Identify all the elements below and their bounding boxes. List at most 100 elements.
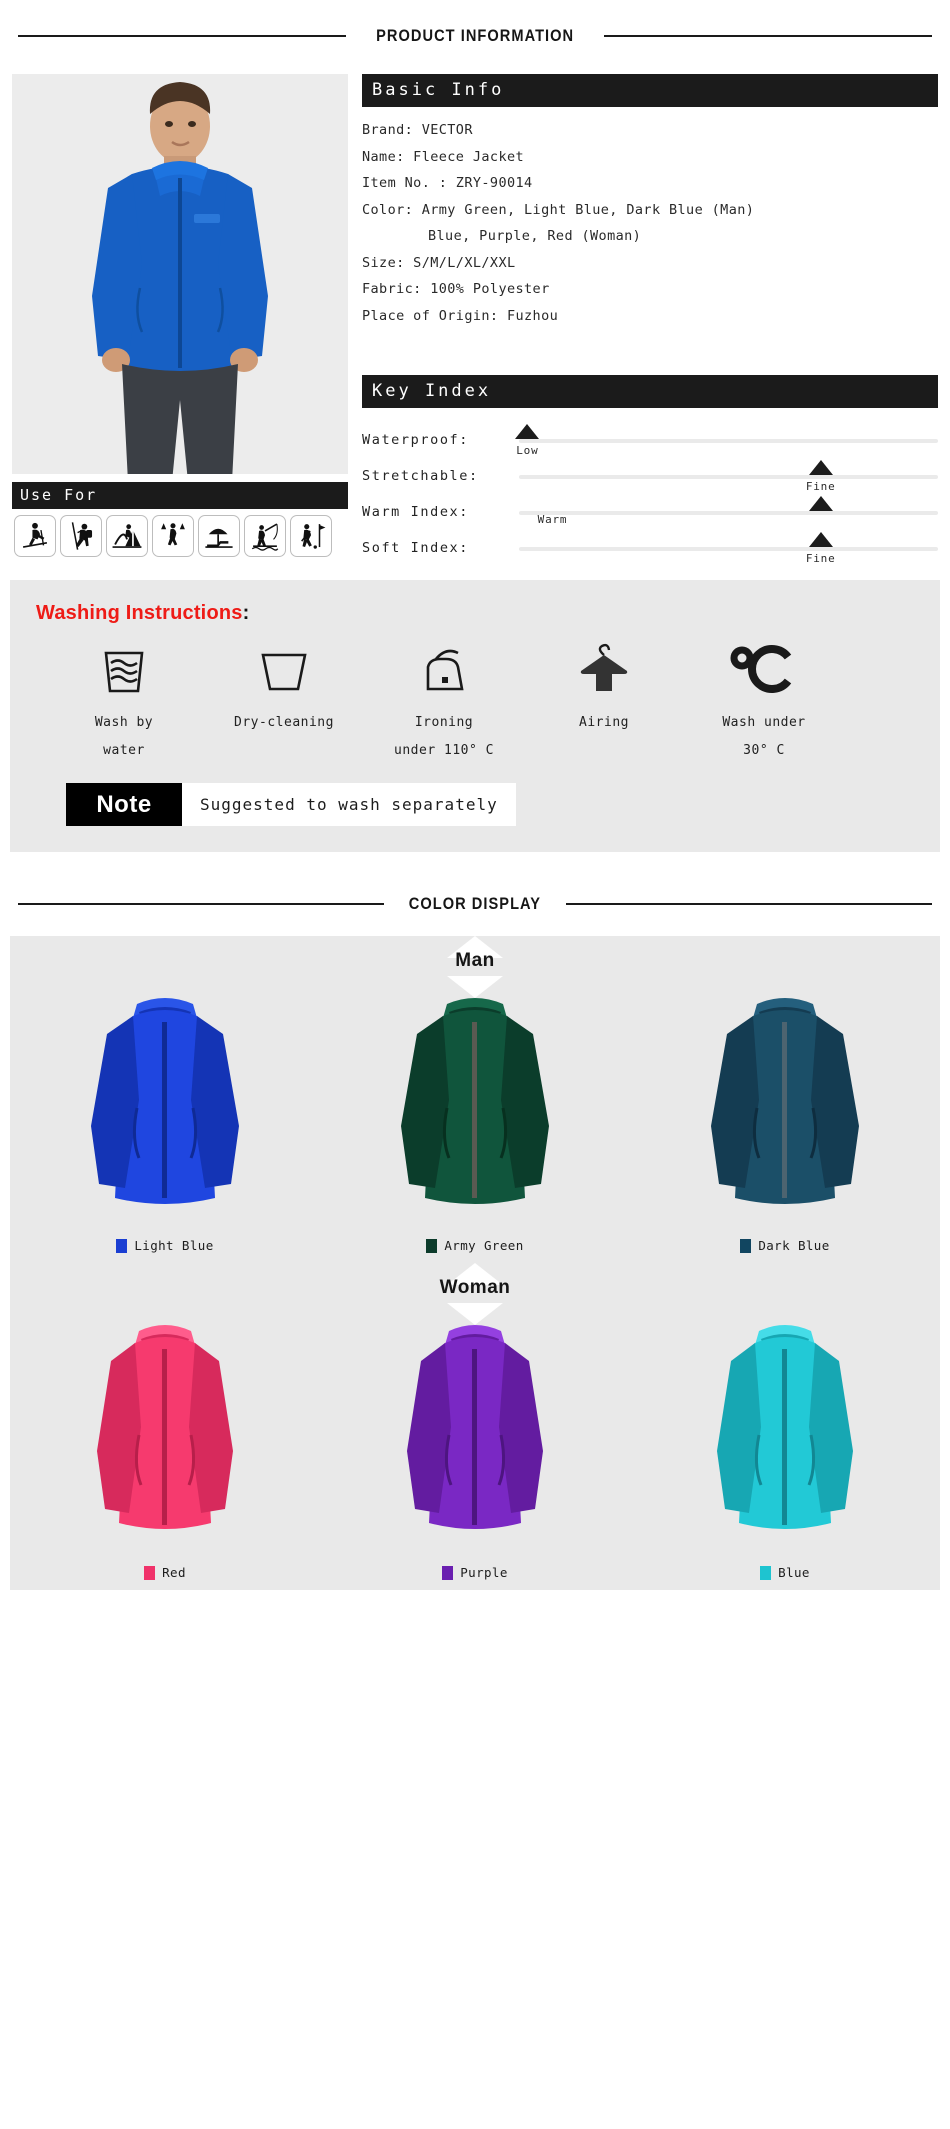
key-index-label: Soft Index: [362,540,470,556]
color-label-army-green: Army Green [426,1238,523,1253]
golf-icon [290,515,332,557]
washing-caption: Ironing under 110° C [394,715,494,758]
note-tag: Note [66,783,182,826]
washing-icon-list: Wash by water Dry-cleaning Ironing under 1… [36,641,914,765]
slider-track [519,511,938,515]
color-label-text: Red [162,1565,186,1580]
color-chip [144,1565,156,1580]
color-chip [740,1238,752,1253]
divider-line-right [604,35,932,37]
color-group-woman: Woman Red Purple Blue [10,1263,940,1590]
spec-item-no: Item No. : ZRY-90014 [362,175,533,191]
key-index-label: Waterproof: [362,432,470,448]
skiing-icon [14,515,56,557]
spec-fabric: Fabric: 100% Polyester [362,281,550,297]
use-for-heading: Use For [12,482,348,509]
color-label-dark-blue: Dark Blue [740,1238,829,1253]
washing-title: Washing Instructions: [36,602,914,625]
color-card-blue[interactable]: Blue [630,1309,940,1580]
key-index-row-soft-index: Soft Index: Fine [362,530,938,566]
jacket-image [50,982,280,1232]
color-card-purple[interactable]: Purple [320,1309,630,1580]
washing-item-temperature: Wash under 30° C [684,641,844,765]
slider-marker [808,496,833,511]
model-illustration [12,74,348,474]
slider-track [519,475,938,479]
washing-instructions-panel: Washing Instructions: Wash by water Dry-c… [10,580,940,852]
divider-line-left [18,35,346,37]
color-label-text: Blue [778,1565,810,1580]
woman-swatch-row: Red Purple Blue [10,1303,940,1590]
climbing-icon [60,515,102,557]
color-label-light-blue: Light Blue [116,1238,213,1253]
hiking-icon [152,515,194,557]
product-information-header: PRODUCT INFORMATION [0,26,950,46]
temperature-icon [684,641,844,699]
spec-size: Size: S/M/L/XL/XXL [362,254,516,271]
color-display-header: COLOR DISPLAY [0,894,950,914]
slider-marker [515,424,540,439]
wash-by-water-icon [44,641,204,699]
slider-marker [808,532,833,547]
jacket-image [360,1309,590,1559]
fishing-icon [244,515,286,557]
airing-icon [524,641,684,699]
washing-caption: Wash under 30° C [722,715,806,758]
slider-track [519,439,938,443]
key-index-value: Low [516,444,539,457]
color-chip [442,1565,454,1580]
washing-item-wash-by-water: Wash by water [44,641,204,765]
key-index-heading: Key Index [362,375,938,408]
color-chip [116,1238,128,1253]
gender-title-woman: Woman [10,1263,940,1303]
ironing-icon [364,641,524,699]
divider-line-left [18,903,385,905]
spec-color-woman: Blue, Purple, Red (Woman) [428,228,642,244]
spec-origin: Place of Origin: Fuzhou [362,307,559,324]
use-for-icon-list [12,509,348,557]
basic-info-list: Brand: VECTOR Name: Fleece Jacket Item N… [362,117,938,329]
washing-caption: Airing [579,715,629,730]
note-row: Note Suggested to wash separately [36,783,914,826]
color-display-title: COLOR DISPLAY [408,894,542,913]
slider-marker [808,460,833,475]
color-card-red[interactable]: Red [10,1309,320,1580]
basic-info-heading: Basic Info [362,74,938,107]
key-index-rows: Waterproof: Low Stretchable: Fine Warm I… [362,422,938,566]
jacket-image [360,982,590,1232]
jacket-image [670,1309,900,1559]
color-label-red: Red [144,1565,186,1580]
use-for-block: Use For [12,482,348,557]
washing-caption: Wash by water [94,715,154,758]
divider-line-right [565,903,933,905]
color-label-purple: Purple [442,1565,508,1580]
washing-title-text: Washing Instructions [36,602,243,624]
color-label-text: Army Green [444,1238,524,1253]
color-chip [760,1565,772,1580]
product-photo-column: Use For [12,74,348,566]
color-label-text: Purple [460,1565,508,1580]
gender-title-man: Man [10,936,940,976]
beach-leisure-icon [198,515,240,557]
camping-icon [106,515,148,557]
key-index-value: Fine [805,480,836,493]
color-card-light-blue[interactable]: Light Blue [10,982,320,1253]
page-title: PRODUCT INFORMATION [375,26,575,45]
color-label-text: Dark Blue [758,1238,830,1253]
color-card-army-green[interactable]: Army Green [320,982,630,1253]
color-card-dark-blue[interactable]: Dark Blue [630,982,940,1253]
hero-product-photo [12,74,348,474]
washing-title-colon: : [242,602,250,624]
man-swatch-row: Light Blue Army Green Dark Blue [10,976,940,1263]
key-index-block: Key Index Waterproof: Low Stretchable: F… [362,375,938,566]
slider-track [519,547,938,551]
key-index-label: Stretchable: [362,468,479,484]
color-chip [426,1238,438,1253]
washing-item-dry-cleaning: Dry-cleaning [204,641,364,765]
note-text: Suggested to wash separately [182,783,516,826]
washing-item-ironing: Ironing under 110° C [364,641,524,765]
key-index-row-waterproof: Waterproof: Low [362,422,938,458]
washing-caption: Dry-cleaning [234,715,334,730]
jacket-image [50,1309,280,1559]
color-group-man: Man Light Blue Army Green Dark Blue [10,936,940,1263]
